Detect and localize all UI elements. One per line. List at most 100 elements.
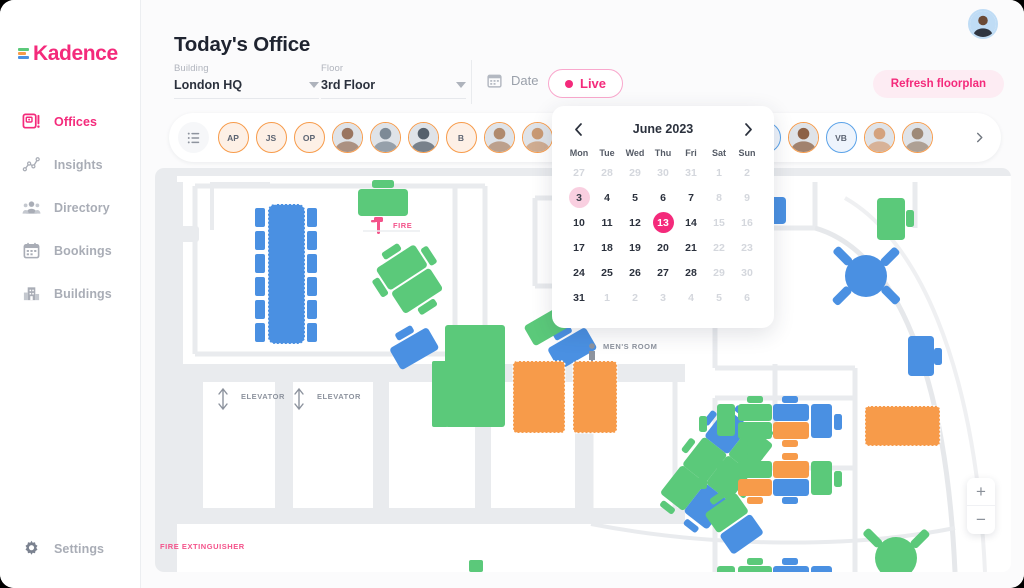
avatar-item[interactable] xyxy=(521,122,553,153)
calendar-day-cell[interactable]: 23 xyxy=(733,235,761,260)
calendar-day-cell[interactable]: 31 xyxy=(677,160,705,185)
elevator-label-2: ELEVATOR xyxy=(317,392,361,401)
avatar-item[interactable]: AP xyxy=(217,122,249,153)
calendar-day-cell[interactable]: 6 xyxy=(649,185,677,210)
floor-select[interactable]: Floor 3rd Floor xyxy=(321,63,466,99)
zoom-controls[interactable]: + − xyxy=(967,478,995,534)
insights-icon xyxy=(22,157,40,172)
calendar-day-cell[interactable]: 16 xyxy=(733,210,761,235)
calendar-day-cell[interactable]: 26 xyxy=(621,260,649,285)
calendar-day-cell[interactable]: 5 xyxy=(705,285,733,310)
building-select[interactable]: Building London HQ xyxy=(174,63,319,99)
brand-logo[interactable]: Kadence xyxy=(18,43,118,64)
calendar-day-number: 6 xyxy=(744,291,750,304)
avatar-item[interactable] xyxy=(331,122,363,153)
calendar-next-month-button[interactable] xyxy=(739,120,757,138)
calendar-day-cell[interactable]: 30 xyxy=(649,160,677,185)
calendar-day-grid[interactable]: 27 28 29 30 31 1 2 3 4 5 6 7 8 9 10 11 12 13 14 15 16 17 18 19 2… xyxy=(565,160,761,310)
zoom-in-button[interactable]: + xyxy=(967,478,995,506)
calendar-day-cell[interactable]: 29 xyxy=(621,160,649,185)
avatar-item[interactable]: JS xyxy=(255,122,287,153)
sidebar-item-bookings[interactable]: Bookings xyxy=(0,229,141,272)
zoom-out-button[interactable]: − xyxy=(967,506,995,534)
sidebar-item-settings[interactable]: Settings xyxy=(0,539,141,558)
room-block-orange-2 xyxy=(572,360,618,434)
avatar-photo xyxy=(408,123,438,152)
avatar-item[interactable] xyxy=(863,122,895,153)
sidebar-item-insights[interactable]: Insights xyxy=(0,143,141,186)
calendar-day-number: 8 xyxy=(716,191,722,204)
calendar-day-cell[interactable]: 14 xyxy=(677,210,705,235)
calendar-day-number: 27 xyxy=(657,266,669,279)
avatar-item[interactable] xyxy=(483,122,515,153)
calendar-day-cell[interactable]: 7 xyxy=(677,185,705,210)
calendar-day-cell[interactable]: 1 xyxy=(593,285,621,310)
sidebar-item-directory[interactable]: Directory xyxy=(0,186,141,229)
desk-sliver-green xyxy=(469,560,483,572)
calendar-day-cell[interactable]: 27 xyxy=(565,160,593,185)
calendar-day-cell[interactable]: 2 xyxy=(621,285,649,310)
calendar-day-cell[interactable]: 4 xyxy=(677,285,705,310)
calendar-day-cell[interactable]: 4 xyxy=(593,185,621,210)
calendar-day-cell[interactable]: 15 xyxy=(705,210,733,235)
calendar-day-cell[interactable]: 18 xyxy=(593,235,621,260)
calendar-day-number: 23 xyxy=(741,241,753,254)
refresh-floorplan-button[interactable]: Refresh floorplan xyxy=(872,70,1004,98)
calendar-day-number: 26 xyxy=(629,266,641,279)
calendar-day-cell[interactable]: 19 xyxy=(621,235,649,260)
calendar-day-cell[interactable]: 9 xyxy=(733,185,761,210)
mens-room-label: MEN'S ROOM xyxy=(603,342,658,351)
calendar-prev-month-button[interactable] xyxy=(569,120,587,138)
avatar-initials: VB xyxy=(835,132,847,143)
calendar-day-cell[interactable]: 8 xyxy=(705,185,733,210)
calendar-day-cell[interactable]: 17 xyxy=(565,235,593,260)
calendar-day-cell[interactable]: 12 xyxy=(621,210,649,235)
calendar-day-cell[interactable]: 2 xyxy=(733,160,761,185)
calendar-day-number: 20 xyxy=(657,241,669,254)
calendar-day-cell[interactable]: 30 xyxy=(733,260,761,285)
avatar-item[interactable]: B xyxy=(445,122,477,153)
avatar-item[interactable] xyxy=(787,122,819,153)
calendar-day-cell[interactable]: 10 xyxy=(565,210,593,235)
chevron-down-icon xyxy=(456,82,466,88)
calendar-day-cell[interactable]: 28 xyxy=(593,160,621,185)
avatar-item[interactable]: VB xyxy=(825,122,857,153)
calendar-day-cell[interactable]: 31 xyxy=(565,285,593,310)
calendar-day-cell[interactable]: 28 xyxy=(677,260,705,285)
directory-icon xyxy=(22,201,41,214)
date-picker-popup[interactable]: June 2023 Mon Tue Wed Thu Fri Sat Sun 27 28 29 30… xyxy=(552,106,774,328)
calendar-day-cell[interactable]: 20 xyxy=(649,235,677,260)
sidebar-item-offices[interactable]: Offices xyxy=(0,100,141,143)
calendar-day-cell[interactable]: 11 xyxy=(593,210,621,235)
sidebar-item-label: Buildings xyxy=(54,286,112,301)
calendar-day-cell[interactable]: 21 xyxy=(677,235,705,260)
avatar-item[interactable]: OP xyxy=(293,122,325,153)
calendar-day-cell[interactable]: 25 xyxy=(593,260,621,285)
user-avatar[interactable] xyxy=(968,9,998,39)
chevron-down-icon xyxy=(309,82,319,88)
calendar-day-cell[interactable]: 6 xyxy=(733,285,761,310)
list-view-button[interactable] xyxy=(178,122,209,153)
avatar-photo xyxy=(370,123,400,152)
calendar-day-cell[interactable]: 3 xyxy=(565,185,593,210)
calendar-day-number: 24 xyxy=(573,266,585,279)
calendar-day-number: 13 xyxy=(652,212,674,233)
calendar-day-cell[interactable]: 13 xyxy=(649,210,677,235)
sidebar-item-buildings[interactable]: Buildings xyxy=(0,272,141,315)
calendar-day-cell[interactable]: 24 xyxy=(565,260,593,285)
calendar-day-cell[interactable]: 1 xyxy=(705,160,733,185)
calendar-day-number: 15 xyxy=(713,216,725,229)
avatar-strip-next-button[interactable] xyxy=(964,122,995,153)
calendar-day-cell[interactable]: 27 xyxy=(649,260,677,285)
avatar-item[interactable] xyxy=(901,122,933,153)
date-button[interactable]: Date xyxy=(486,72,538,89)
avatar-item[interactable] xyxy=(407,122,439,153)
calendar-day-cell[interactable]: 5 xyxy=(621,185,649,210)
calendar-day-cell[interactable]: 3 xyxy=(649,285,677,310)
calendar-day-cell[interactable]: 22 xyxy=(705,235,733,260)
avatar-item[interactable] xyxy=(369,122,401,153)
sidebar-item-label: Settings xyxy=(54,541,105,556)
live-button[interactable]: Live xyxy=(548,69,624,98)
calendar-day-number: 17 xyxy=(573,241,585,254)
calendar-day-cell[interactable]: 29 xyxy=(705,260,733,285)
